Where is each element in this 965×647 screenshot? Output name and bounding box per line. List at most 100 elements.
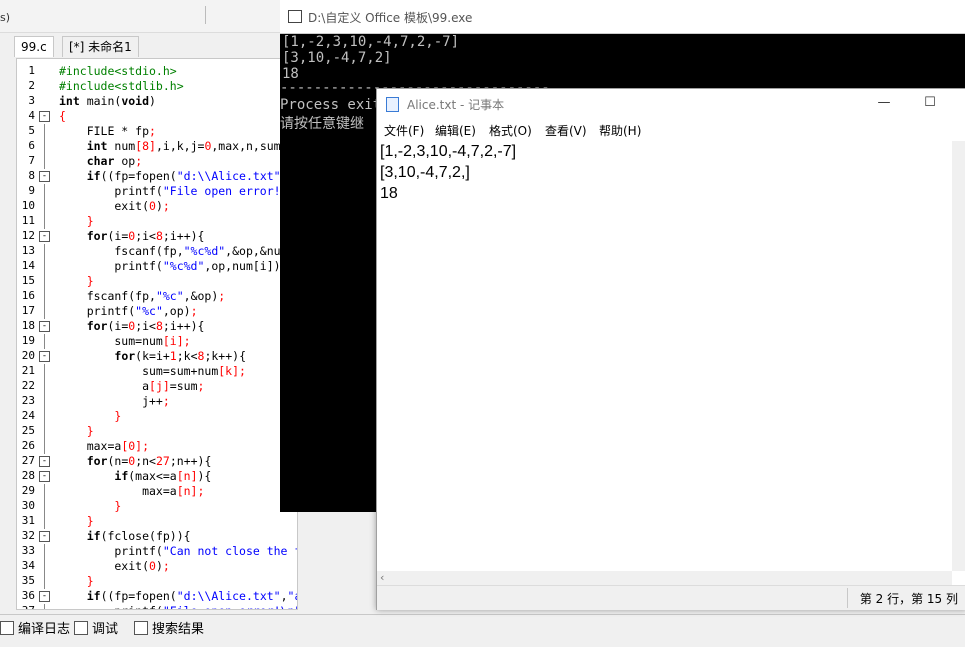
fold-collapse-icon[interactable]: - xyxy=(39,531,50,542)
toolbar-separator xyxy=(205,6,276,24)
minimize-icon[interactable]: — xyxy=(874,93,894,113)
console-app-icon xyxy=(288,10,302,23)
code-line: } xyxy=(86,424,94,438)
line-number: 21 xyxy=(21,364,35,377)
console-titlebar[interactable]: D:\自定义 Office 模板\99.exe xyxy=(280,0,965,34)
fold-guide-line xyxy=(44,244,45,259)
code-line: printf("File open error!\n"); xyxy=(59,604,297,609)
status-divider xyxy=(847,588,848,608)
tab-compile-log-label: 编译日志 xyxy=(18,622,71,637)
fold-collapse-icon[interactable]: - xyxy=(39,351,50,362)
fold-collapse-icon[interactable]: - xyxy=(39,471,50,482)
fold-collapse-icon[interactable]: - xyxy=(39,321,50,332)
tab-untitled1[interactable]: [*] 未命名1 xyxy=(62,36,139,57)
fold-guide-line xyxy=(44,409,45,424)
fold-collapse-icon[interactable]: - xyxy=(39,111,50,122)
code-line: fscanf(fp,"%c",&op); xyxy=(59,289,226,303)
fold-guide-line xyxy=(44,289,45,304)
line-number: 7 xyxy=(28,154,35,167)
notepad-menubar: 文件(F) 编辑(E) 格式(O) 查看(V) 帮助(H) xyxy=(377,119,965,141)
tab-debug[interactable]: 调试 xyxy=(74,619,118,641)
notepad-text-line: [1,-2,3,10,-4,7,2,-7] xyxy=(380,143,517,160)
console-title: D:\自定义 Office 模板\99.exe xyxy=(308,11,473,25)
code-line: int main(void) xyxy=(59,94,156,108)
line-number: 13 xyxy=(21,244,35,257)
line-number: 29 xyxy=(21,484,35,497)
fold-guide-line xyxy=(44,514,45,529)
code-line: } xyxy=(86,214,94,228)
code-line: a[j]=sum; xyxy=(59,379,205,393)
tab-99c[interactable]: 99.c xyxy=(14,36,54,57)
fold-guide-line xyxy=(44,214,45,229)
tab-search-results[interactable]: 搜索结果 xyxy=(134,619,204,641)
line-number: 37 xyxy=(17,604,35,609)
code-line: #include<stdio.h> xyxy=(59,64,177,78)
fold-guide-line xyxy=(44,124,45,139)
menu-view[interactable]: 查看(V) xyxy=(545,122,587,139)
fold-guide-line xyxy=(44,574,45,589)
line-number: 36 xyxy=(21,589,35,602)
horizontal-scrollbar[interactable]: ‹ xyxy=(377,571,952,585)
tab-compile-log[interactable]: 编译日志 xyxy=(0,619,70,641)
line-number: 27 xyxy=(21,454,35,467)
code-line: } xyxy=(114,499,122,513)
console-output-line: [3,10,-4,7,2] xyxy=(282,50,392,66)
scroll-left-icon[interactable]: ‹ xyxy=(380,571,384,584)
line-number: 2 xyxy=(28,79,35,92)
notepad-text-line: [3,10,-4,7,2,] xyxy=(380,164,470,181)
fold-guide-line xyxy=(44,199,45,214)
code-line: { xyxy=(59,109,66,123)
fold-guide-line xyxy=(44,154,45,169)
fold-collapse-icon[interactable]: - xyxy=(39,171,50,182)
fold-guide-line xyxy=(44,394,45,409)
menu-file[interactable]: 文件(F) xyxy=(384,122,424,139)
maximize-icon[interactable]: ☐ xyxy=(920,93,940,113)
code-line: for(n=0;n<27;n++){ xyxy=(86,454,212,468)
line-number: 11 xyxy=(21,214,35,227)
tab-search-results-label: 搜索结果 xyxy=(152,622,205,637)
line-number: 5 xyxy=(28,124,35,137)
fold-guide-line xyxy=(44,499,45,514)
fold-guide-line xyxy=(44,304,45,319)
cursor-position-status: 第 2 行，第 15 列 xyxy=(859,592,958,606)
line-number: 28 xyxy=(21,469,35,482)
fold-collapse-icon[interactable]: - xyxy=(39,231,50,242)
fold-guide-line xyxy=(44,604,45,609)
code-line: } xyxy=(86,574,94,588)
menu-edit[interactable]: 编辑(E) xyxy=(435,122,476,139)
fold-collapse-icon[interactable]: - xyxy=(39,591,50,602)
code-line: for(i=0;i<8;i++){ xyxy=(86,319,205,333)
menu-format[interactable]: 格式(O) xyxy=(489,122,532,139)
line-number: 19 xyxy=(21,334,35,347)
notepad-titlebar[interactable]: Alice.txt - 记事本 — ☐ xyxy=(377,89,965,119)
line-number: 16 xyxy=(21,289,35,302)
console-press-any-key-line: 请按任意键继 xyxy=(280,116,364,132)
editor-tabs: 99.c [*] 未命名1 xyxy=(0,36,300,58)
vertical-scrollbar[interactable] xyxy=(952,141,965,571)
line-number: 31 xyxy=(21,514,35,527)
menu-help[interactable]: 帮助(H) xyxy=(599,122,641,139)
code-line: printf("%c",op); xyxy=(59,304,198,318)
code-line: sum=sum+num[k]; xyxy=(59,364,246,378)
code-editor[interactable]: 1 2 3 4 5 6 7 8 9 10 11 12 13 14 15 16 17 18 19 20 21 22 23 24 2… xyxy=(16,58,298,610)
debug-check-icon xyxy=(74,621,88,635)
line-number: 3 xyxy=(28,94,35,107)
notepad-window[interactable]: Alice.txt - 记事本 — ☐ 文件(F) 编辑(E) 格式(O) 查看… xyxy=(376,88,965,610)
fold-collapse-icon[interactable]: - xyxy=(39,456,50,467)
notepad-statusbar: 第 2 行，第 15 列 xyxy=(377,585,965,610)
console-output-line: [1,-2,3,10,-4,7,2,-7] xyxy=(282,34,460,50)
code-area[interactable]: #include<stdio.h> #include<stdlib.h> int m… xyxy=(59,59,297,609)
console-process-exit-line: Process exit xyxy=(280,97,382,113)
notepad-title: Alice.txt - 记事本 xyxy=(407,98,505,112)
fold-guide-line xyxy=(44,559,45,574)
code-line: char op; xyxy=(86,154,143,168)
fold-guide-line xyxy=(44,439,45,454)
fold-guide-line xyxy=(44,379,45,394)
notepad-text-area[interactable]: [1,-2,3,10,-4,7,2,-7] [3,10,-4,7,2,] 18 xyxy=(377,141,952,571)
code-line: sum=num[i]; xyxy=(59,334,191,348)
line-number: 34 xyxy=(21,559,35,572)
code-line: } xyxy=(114,409,122,423)
line-number: 32 xyxy=(21,529,35,542)
code-line: j++; xyxy=(59,394,170,408)
line-number: 8 xyxy=(28,169,35,182)
